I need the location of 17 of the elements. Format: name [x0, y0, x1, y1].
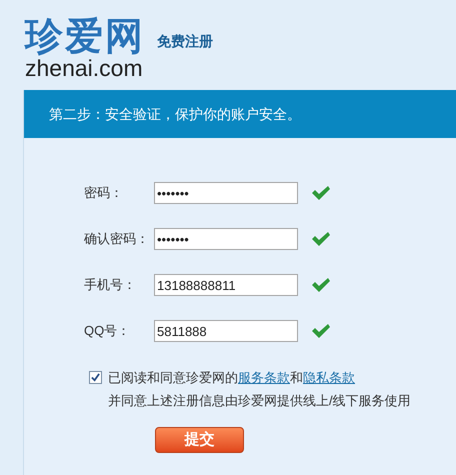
- agreement-note: 并同意上述注册信息由珍爱网提供线上/线下服务使用: [108, 392, 411, 410]
- field-label: 密码：: [84, 184, 124, 202]
- input-field[interactable]: •••••••: [154, 228, 298, 250]
- field-label: 确认密码：: [84, 230, 150, 248]
- agreement-text: 已阅读和同意珍爱网的服务条款和隐私条款: [108, 369, 356, 387]
- terms-link[interactable]: 隐私条款: [303, 370, 355, 385]
- step-text: 第二步：安全验证，保护你的账户安全。: [49, 104, 301, 124]
- field-label: QQ号：: [84, 322, 132, 340]
- input-field[interactable]: •••••••: [154, 182, 298, 204]
- input-field[interactable]: 5811888: [154, 320, 298, 342]
- terms-link[interactable]: 服务条款: [238, 370, 290, 385]
- page-title: 免费注册: [157, 32, 213, 51]
- input-field[interactable]: 13188888811: [154, 274, 298, 296]
- logo-title: 珍爱网: [25, 17, 145, 55]
- agreement-checkbox[interactable]: [89, 371, 102, 384]
- field-label: 手机号：: [84, 276, 137, 294]
- logo-domain: zhenai.com: [25, 57, 144, 80]
